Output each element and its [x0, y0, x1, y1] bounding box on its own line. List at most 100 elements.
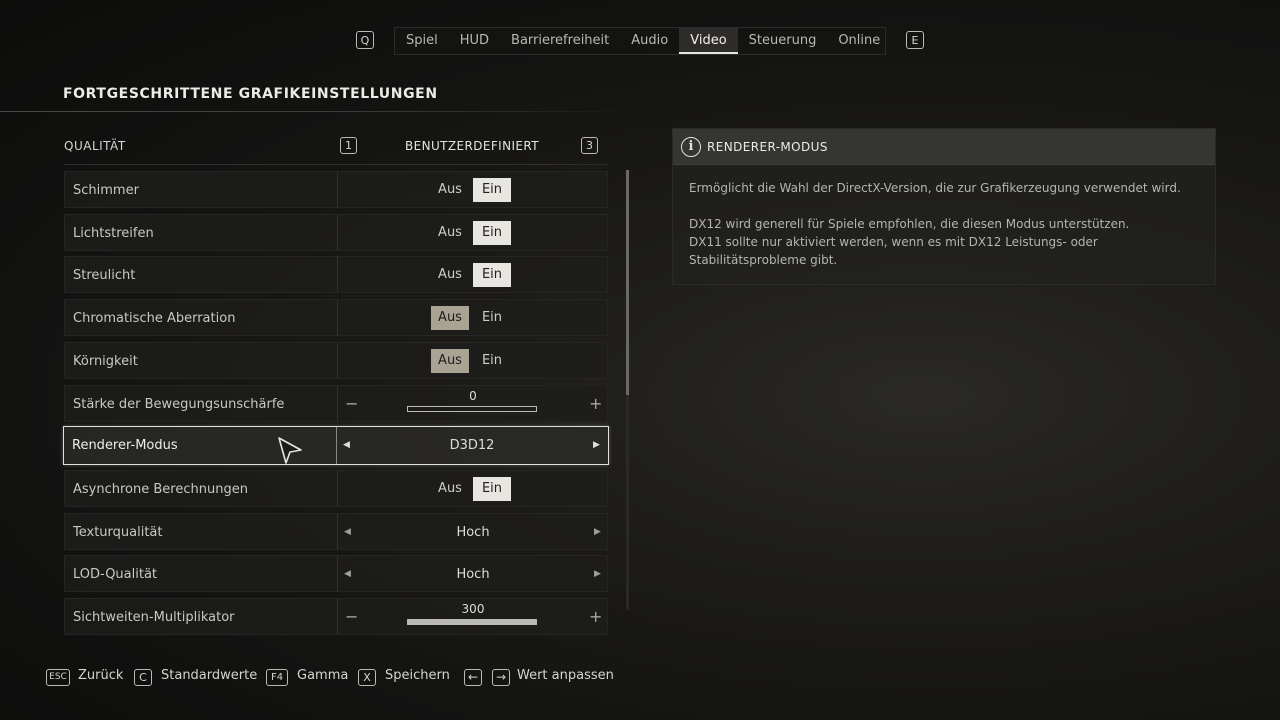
quality-preset-value: BENUTZERDEFINIERT [404, 139, 539, 153]
info-description-line: Stabilitätsprobleme gibt. [689, 253, 838, 267]
slider-track[interactable] [407, 406, 537, 412]
setting-row[interactable]: LOD-Qualität ◀ Hoch ▶ [64, 555, 608, 592]
arrow-left-key-icon[interactable]: ← [464, 669, 482, 686]
info-panel: i RENDERER-MODUS Ermöglicht die Wahl der… [672, 128, 1216, 285]
toggle-option-ein[interactable]: Ein [473, 221, 511, 245]
selector-value: Hoch [456, 567, 490, 582]
toggle-option-aus[interactable]: Aus [431, 477, 469, 501]
toggle-option-ein[interactable]: Ein [473, 349, 511, 373]
row-divider [337, 172, 338, 207]
toggle-option-ein[interactable]: Ein [473, 263, 511, 287]
save-key[interactable]: X [358, 669, 376, 686]
setting-row[interactable]: Streulicht Aus Ein [64, 256, 608, 293]
row-divider [337, 599, 338, 634]
setting-row[interactable]: Chromatische Aberration Aus Ein [64, 299, 608, 336]
setting-label: Renderer-Modus [72, 438, 178, 453]
row-divider [337, 300, 338, 335]
info-circle-icon: i [681, 137, 701, 157]
setting-label: Texturqualität [73, 525, 163, 540]
previous-option-icon[interactable]: ◀ [343, 427, 350, 464]
next-option-icon[interactable]: ▶ [593, 427, 600, 464]
toggle-option-aus[interactable]: Aus [431, 306, 469, 330]
previous-option-icon[interactable]: ◀ [344, 514, 351, 551]
setting-row[interactable]: Stärke der Bewegungsunschärfe − 0 + [64, 385, 608, 422]
info-panel-title: RENDERER-MODUS [707, 140, 828, 154]
toggle-option-aus[interactable]: Aus [431, 221, 469, 245]
row-divider [337, 343, 338, 378]
save-button[interactable]: Speichern [385, 668, 450, 683]
tab-online[interactable]: Online [827, 28, 891, 54]
setting-row[interactable]: Körnigkeit Aus Ein [64, 342, 608, 379]
tab-steuerung[interactable]: Steuerung [738, 28, 828, 54]
category-tab-bar: Spiel HUD Barrierefreiheit Audio Video S… [394, 27, 886, 55]
gamma-key[interactable]: F4 [266, 669, 288, 686]
previous-option-icon[interactable]: ◀ [344, 556, 351, 593]
quality-label: QUALITÄT [64, 139, 126, 153]
row-divider [336, 427, 337, 464]
gamma-button[interactable]: Gamma [297, 668, 348, 683]
tab-audio[interactable]: Audio [620, 28, 679, 54]
title-divider [0, 111, 640, 112]
setting-row[interactable]: Schimmer Aus Ein [64, 171, 608, 208]
toggle-option-ein[interactable]: Ein [473, 306, 511, 330]
toggle-option-aus[interactable]: Aus [431, 263, 469, 287]
setting-label: Lichtstreifen [73, 226, 154, 241]
slider-value: 0 [469, 389, 477, 403]
defaults-key[interactable]: C [134, 669, 152, 686]
row-divider [337, 471, 338, 506]
setting-row[interactable]: Asynchrone Berechnungen Aus Ein [64, 470, 608, 507]
slider-fill [408, 620, 536, 624]
decrease-icon[interactable]: − [345, 386, 358, 421]
info-panel-header: i RENDERER-MODUS [673, 129, 1215, 165]
selector-value: Hoch [456, 525, 490, 540]
tab-barrierefreiheit[interactable]: Barrierefreiheit [500, 28, 620, 54]
row-divider [337, 386, 338, 421]
increase-icon[interactable]: + [589, 599, 602, 634]
quality-prev-key[interactable]: 1 [340, 137, 357, 154]
tab-video[interactable]: Video [679, 28, 738, 54]
toggle-option-ein[interactable]: Ein [473, 178, 511, 202]
info-description-line: Ermöglicht die Wahl der DirectX-Version,… [689, 181, 1181, 195]
tab-spiel[interactable]: Spiel [395, 28, 449, 54]
increase-icon[interactable]: + [589, 386, 602, 421]
mouse-pointer-icon [278, 437, 302, 464]
slider-value: 300 [461, 602, 485, 616]
setting-label: Asynchrone Berechnungen [73, 482, 248, 497]
setting-label: Stärke der Bewegungsunschärfe [73, 397, 285, 412]
prev-tab-key[interactable]: Q [356, 31, 374, 49]
setting-row[interactable]: Renderer-Modus ◀ D3D12 ▶ [63, 426, 609, 465]
toggle-option-ein[interactable]: Ein [473, 477, 511, 501]
quality-next-key[interactable]: 3 [581, 137, 598, 154]
quality-divider [64, 164, 608, 165]
slider-track[interactable] [407, 619, 537, 625]
back-key[interactable]: ESC [46, 669, 70, 686]
setting-label: Körnigkeit [73, 354, 138, 369]
defaults-button[interactable]: Standardwerte [161, 668, 257, 683]
row-divider [337, 257, 338, 292]
setting-row[interactable]: Texturqualität ◀ Hoch ▶ [64, 513, 608, 550]
setting-row[interactable]: Lichtstreifen Aus Ein [64, 214, 608, 251]
setting-row[interactable]: Sichtweiten-Multiplikator − 300 + [64, 598, 608, 635]
tab-hud[interactable]: HUD [449, 28, 500, 54]
selector-value: D3D12 [449, 438, 495, 453]
toggle-option-aus[interactable]: Aus [431, 178, 469, 202]
info-description-line: DX12 wird generell für Spiele empfohlen,… [689, 217, 1130, 231]
row-divider [337, 556, 338, 591]
info-description-line: DX11 sollte nur aktiviert werden, wenn e… [689, 235, 1098, 249]
setting-label: Chromatische Aberration [73, 311, 236, 326]
toggle-option-aus[interactable]: Aus [431, 349, 469, 373]
decrease-icon[interactable]: − [345, 599, 358, 634]
setting-label: Sichtweiten-Multiplikator [73, 610, 235, 625]
next-option-icon[interactable]: ▶ [594, 556, 601, 593]
back-button[interactable]: Zurück [78, 668, 123, 683]
row-divider [337, 514, 338, 549]
arrow-right-key-icon[interactable]: → [492, 669, 510, 686]
row-divider [337, 215, 338, 250]
settings-scrollbar[interactable] [626, 170, 629, 610]
next-tab-key[interactable]: E [906, 31, 924, 49]
setting-label: Schimmer [73, 183, 139, 198]
adjust-value-hint: Wert anpassen [517, 668, 614, 683]
setting-label: LOD-Qualität [73, 567, 158, 582]
next-option-icon[interactable]: ▶ [594, 514, 601, 551]
scrollbar-thumb[interactable] [626, 170, 629, 395]
